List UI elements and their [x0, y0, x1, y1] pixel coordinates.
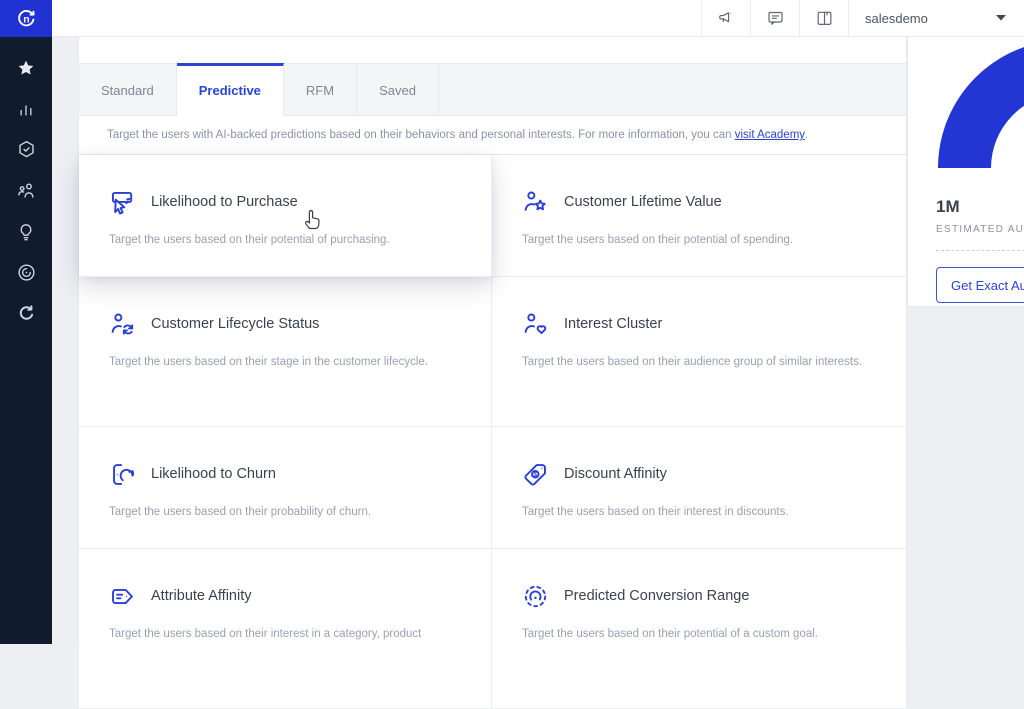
hexagon-check-icon	[18, 140, 34, 158]
users-icon	[17, 183, 33, 198]
feedback-chat-icon	[767, 11, 783, 25]
guide-book-icon	[817, 11, 831, 25]
card-description: Target the users based on their potentia…	[522, 234, 794, 246]
card-description: Target the users based on their potentia…	[522, 628, 818, 640]
card-interest-cluster[interactable]: Interest Cluster Target the users based …	[492, 277, 906, 427]
svg-text:n: n	[23, 13, 29, 25]
person-cycle-icon	[111, 313, 134, 335]
sidebar-item-audience[interactable]	[0, 170, 52, 211]
panel-divider	[936, 250, 1024, 251]
tab-standard[interactable]: Standard	[79, 63, 177, 116]
intro-text-suffix: .	[805, 129, 809, 141]
caret-down-icon	[996, 15, 1006, 21]
card-likelihood-to-churn[interactable]: Likelihood to Churn Target the users bas…	[79, 427, 492, 549]
card-title: Likelihood to Purchase	[151, 194, 298, 210]
visit-academy-link[interactable]: visit Academy	[735, 129, 805, 141]
card-description: Target the users based on their interest…	[109, 628, 422, 640]
sidebar-item-analytics[interactable]	[0, 88, 52, 129]
card-title: Attribute Affinity	[151, 588, 252, 604]
refresh-icon	[19, 305, 33, 320]
tab-strip-filler	[438, 63, 906, 116]
estimated-audience-value: 1M	[936, 197, 960, 216]
estimated-audience-label: ESTIMATED AUDIENCE	[936, 224, 1024, 235]
feedback-button[interactable]	[750, 0, 799, 36]
get-exact-audience-button[interactable]: Get Exact Audience	[936, 267, 1024, 303]
sidebar-item-opportunities[interactable]	[0, 211, 52, 252]
card-discount-affinity[interactable]: $ Discount Affinity Target the users bas…	[492, 427, 906, 549]
audience-gauge-icon	[938, 47, 1024, 168]
card-customer-lifetime-value[interactable]: Customer Lifetime Value Target the users…	[492, 155, 906, 277]
account-name: salesdemo	[865, 10, 928, 26]
segment-builder-panel: Standard Predictive RFM Saved Target the…	[78, 37, 907, 709]
sidebar-nav	[0, 37, 52, 334]
tab-rfm[interactable]: RFM	[283, 63, 358, 116]
estimated-audience-panel: 1M ESTIMATED AUDIENCE Get Exact Audience	[907, 37, 1024, 307]
sidebar-item-favorites[interactable]	[0, 47, 52, 88]
predictive-segment-grid: Likelihood to Purchase Target the users …	[79, 155, 906, 709]
star-icon	[18, 60, 34, 74]
tab-saved[interactable]: Saved	[357, 63, 439, 116]
insider-logo-icon: n	[18, 9, 35, 26]
card-description: Target the users based on their stage in…	[109, 356, 428, 368]
person-star-icon	[524, 191, 546, 211]
panel-top-strip	[79, 37, 906, 64]
exit-arrow-icon	[113, 463, 135, 485]
discount-tag-icon: $	[524, 463, 546, 486]
insider-logo[interactable]: n	[0, 0, 52, 37]
megaphone-icon	[718, 11, 731, 22]
target-disc-icon	[17, 264, 35, 281]
card-description: Target the users based on their interest…	[522, 506, 789, 518]
card-predicted-conversion-range[interactable]: Predicted Conversion Range Target the us…	[492, 549, 906, 709]
analytics-bars-icon	[20, 104, 32, 115]
guide-button[interactable]	[799, 0, 848, 36]
card-likelihood-to-purchase[interactable]: Likelihood to Purchase Target the users …	[79, 155, 492, 277]
card-description: Target the users based on their audience…	[522, 356, 863, 368]
click-cursor-icon	[111, 191, 133, 214]
card-title: Customer Lifetime Value	[564, 194, 722, 210]
card-title: Customer Lifecycle Status	[151, 316, 320, 332]
card-description: Target the users based on their probabil…	[109, 506, 372, 518]
card-title: Predicted Conversion Range	[564, 588, 750, 604]
attribute-tag-icon	[112, 588, 133, 604]
sidebar-item-journeys[interactable]	[0, 252, 52, 293]
gauge-icon	[524, 585, 547, 607]
card-title: Likelihood to Churn	[151, 466, 276, 482]
topbar: salesdemo	[52, 0, 1024, 37]
account-switcher[interactable]: salesdemo	[848, 0, 1024, 36]
tab-predictive[interactable]: Predictive	[176, 63, 284, 116]
person-heart-icon	[524, 313, 547, 334]
card-title: Interest Cluster	[564, 316, 663, 332]
sidebar-item-products[interactable]	[0, 129, 52, 170]
card-title: Discount Affinity	[564, 466, 667, 482]
card-description: Target the users based on their potentia…	[109, 234, 390, 246]
intro-text: Target the users with AI-backed predicti…	[107, 129, 735, 141]
predictive-intro: Target the users with AI-backed predicti…	[79, 116, 906, 155]
segment-type-tabs: Standard Predictive RFM Saved	[79, 63, 906, 116]
lightbulb-icon	[20, 223, 32, 240]
sidebar-item-sync[interactable]	[0, 293, 52, 334]
sidebar: n	[0, 0, 52, 644]
card-attribute-affinity[interactable]: Attribute Affinity Target the users base…	[79, 549, 492, 709]
card-customer-lifecycle-status[interactable]: Customer Lifecycle Status Target the use…	[79, 277, 492, 427]
announcements-button[interactable]	[701, 0, 750, 36]
svg-text:$: $	[534, 471, 538, 478]
